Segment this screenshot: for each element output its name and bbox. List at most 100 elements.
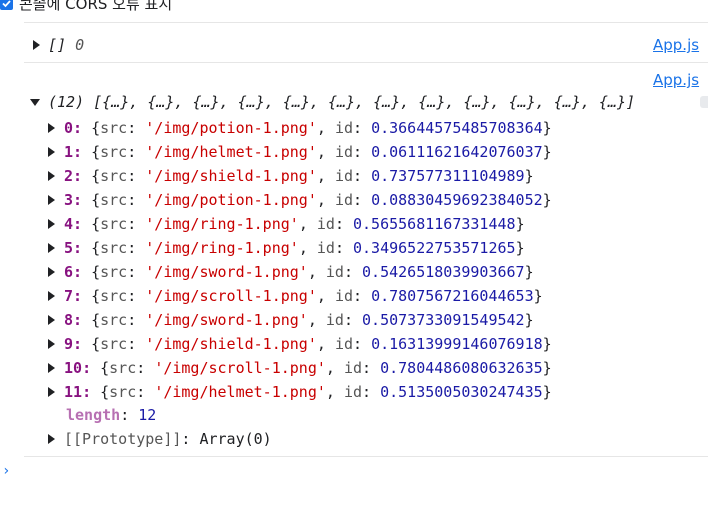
prototype-property[interactable]: [[Prototype]]: Array(0) [48,427,272,451]
item-index: 9 [64,335,74,353]
length-property: length: 12 [66,406,157,424]
item-index: 5 [64,239,74,257]
id-key: id [316,239,335,257]
item-id: 0.5426518039903667 [362,263,525,281]
array-item-row[interactable]: 7: {src: '/img/scroll-1.png', id: 0.7807… [48,284,543,308]
item-index: 6 [64,263,74,281]
cors-checkbox-label: 콘솔에 CORS 오류 표시 [19,0,173,13]
item-index: 4 [64,215,74,233]
item-index: 1 [64,143,74,161]
array-item-row[interactable]: 4: {src: '/img/ring-1.png', id: 0.565568… [48,212,525,236]
src-key: src [100,287,128,305]
array-item-row[interactable]: 0: {src: '/img/potion-1.png', id: 0.3664… [48,116,552,140]
item-index: 3 [64,191,74,209]
expand-arrow-icon[interactable] [48,433,55,444]
item-id: 0.06111621642076037 [371,143,543,161]
divider [24,456,708,457]
item-src: '/img/shield-1.png' [145,167,317,185]
item-index: 7 [64,287,74,305]
array-item-row[interactable]: 11: {src: '/img/helmet-1.png', id: 0.513… [48,380,552,404]
array-preview[interactable]: (12) [{…}, {…}, {…}, {…}, {…}, {…}, {…},… [48,90,635,114]
expand-arrow-icon[interactable] [48,170,55,181]
item-src: '/img/sword-1.png' [145,311,308,329]
item-id: 0.5655681167331448 [353,215,516,233]
expand-arrow-icon[interactable] [48,266,55,277]
item-src: '/img/ring-1.png' [145,215,299,233]
array-item-row[interactable]: 6: {src: '/img/sword-1.png', id: 0.54265… [48,260,534,284]
id-key: id [325,263,344,281]
id-key: id [334,287,353,305]
divider [24,62,708,63]
item-id: 0.3496522753571265 [353,239,516,257]
expand-arrow-icon[interactable] [48,218,55,229]
id-key: id [325,311,344,329]
console-message-array[interactable]: (12) [{…}, {…}, {…}, {…}, {…}, {…}, {…},… [0,90,708,114]
item-src: '/img/potion-1.png' [145,119,317,137]
expand-arrow-icon[interactable] [48,314,55,325]
show-cors-errors-checkbox[interactable]: 콘솔에 CORS 오류 표시 [0,0,172,13]
item-src: '/img/potion-1.png' [145,191,317,209]
id-key: id [334,335,353,353]
id-key: id [343,383,363,401]
array-item-row[interactable]: 8: {src: '/img/sword-1.png', id: 0.50737… [48,308,534,332]
src-key: src [109,383,137,401]
item-src: '/img/helmet-1.png' [154,383,326,401]
id-key: id [334,167,353,185]
id-key: id [334,191,353,209]
divider [24,22,708,23]
expand-arrow-icon[interactable] [48,362,55,373]
item-index: 2 [64,167,74,185]
expand-arrow-icon[interactable] [48,122,55,133]
id-key: id [343,359,363,377]
array-item-row[interactable]: 1: {src: '/img/helmet-1.png', id: 0.0611… [48,140,552,164]
array-item-row[interactable]: 3: {src: '/img/potion-1.png', id: 0.0883… [48,188,552,212]
id-key: id [334,119,353,137]
console-prompt-icon[interactable]: › [2,463,10,479]
expand-arrow-icon[interactable] [48,386,55,397]
item-id: 0.5073733091549542 [362,311,525,329]
id-key: id [316,215,335,233]
expand-arrow-icon[interactable] [48,338,55,349]
array-item-row[interactable]: 9: {src: '/img/shield-1.png', id: 0.1631… [48,332,552,356]
src-key: src [100,239,128,257]
item-index: 10 [64,359,83,377]
src-key: src [100,311,128,329]
item-src: '/img/helmet-1.png' [145,143,317,161]
src-key: src [100,143,128,161]
src-key: src [100,167,128,185]
expand-arrow-icon[interactable] [48,290,55,301]
item-id: 0.737577311104989 [371,167,525,185]
overflow-indicator [700,96,708,108]
src-key: src [100,263,128,281]
item-id: 0.5135005030247435 [380,383,543,401]
item-id: 0.36644575485708364 [371,119,543,137]
source-link[interactable]: App.js [653,36,699,54]
item-src: '/img/ring-1.png' [145,239,299,257]
src-key: src [100,119,128,137]
item-id: 0.16313999146076918 [371,335,543,353]
item-src: '/img/scroll-1.png' [145,287,317,305]
expand-arrow-icon[interactable] [48,242,55,253]
src-key: src [109,359,137,377]
array-item-row[interactable]: 2: {src: '/img/shield-1.png', id: 0.7375… [48,164,534,188]
id-key: id [334,143,353,161]
array-item-row[interactable]: 5: {src: '/img/ring-1.png', id: 0.349652… [48,236,525,260]
array-item-row[interactable]: 10: {src: '/img/scroll-1.png', id: 0.780… [48,356,552,380]
expand-arrow-icon[interactable] [33,40,40,50]
item-index: 8 [64,311,74,329]
item-id: 0.08830459692384052 [371,191,543,209]
checkbox-checked-icon[interactable] [0,0,13,10]
item-id: 0.7804486080632635 [380,359,543,377]
src-key: src [100,215,128,233]
console-message-empty-array[interactable]: [] 0 [0,33,708,57]
item-src: '/img/sword-1.png' [145,263,308,281]
item-src: '/img/shield-1.png' [145,335,317,353]
source-link[interactable]: App.js [653,71,699,89]
collapse-arrow-icon[interactable] [30,99,40,106]
item-src: '/img/scroll-1.png' [154,359,326,377]
expand-arrow-icon[interactable] [48,146,55,157]
array-summary[interactable]: [] 0 [48,33,84,57]
src-key: src [100,191,128,209]
expand-arrow-icon[interactable] [48,194,55,205]
item-id: 0.7807567216044653 [371,287,534,305]
